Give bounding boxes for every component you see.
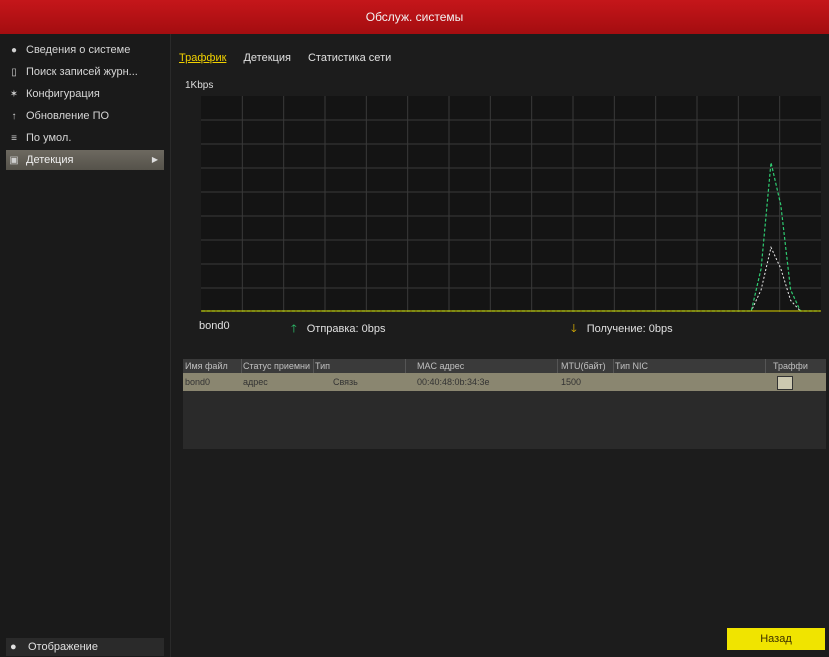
traffic-chart xyxy=(201,96,821,312)
sidebar-item-upgrade[interactable]: ↑ Обновление ПО xyxy=(6,106,164,126)
col-header-nic-type: Тип NIC xyxy=(615,359,766,373)
cell-status: адрес xyxy=(243,377,268,387)
sidebar-display-button[interactable]: ● Отображение xyxy=(6,638,164,656)
tab-bar: Траффик Детекция Статистика сети xyxy=(179,52,405,68)
tab-traffic[interactable]: Траффик xyxy=(179,52,226,64)
sidebar-item-system-info[interactable]: ● Сведения о системе xyxy=(6,40,164,60)
cell-mtu: 1500 xyxy=(561,377,582,387)
col-header-mac: MAC адрес xyxy=(417,359,558,373)
table-row[interactable]: bond0 адрес Связь 00:40:48:0b:34:3e 1500 xyxy=(183,373,826,391)
nic-table: Имя файл Статус приемни Тип MAC адрес MT… xyxy=(183,359,826,449)
upgrade-icon: ↑ xyxy=(11,111,17,122)
info-icon: ● xyxy=(10,45,18,56)
cell-type: Связь xyxy=(333,377,358,387)
col-header-status: Статус приемни xyxy=(243,359,314,373)
chart-background xyxy=(201,96,821,312)
download-arrow-icon: 🡓 xyxy=(571,323,577,335)
sidebar-item-config[interactable]: ✶ Конфигурация xyxy=(6,84,164,104)
sidebar-item-label: Конфигурация xyxy=(26,88,100,100)
sidebar-item-net-detect[interactable]: ▣ Детекция ▶ xyxy=(6,150,164,170)
net-detect-icon: ▣ xyxy=(9,155,19,166)
table-empty-area xyxy=(183,391,826,449)
legend-receive: 🡓 Получение: 0bps xyxy=(571,320,673,339)
cell-name: bond0 xyxy=(185,377,211,387)
col-header-mtu: MTU(байт) xyxy=(561,359,614,373)
sidebar-item-label: Детекция xyxy=(26,154,74,166)
window-title: Обслуж. системы xyxy=(0,0,829,34)
default-icon: ≡ xyxy=(11,133,17,144)
display-icon: ● xyxy=(10,641,17,653)
cell-nic-type xyxy=(615,373,765,391)
traffic-view-icon[interactable] xyxy=(777,376,793,390)
sidebar-bottom-label: Отображение xyxy=(28,641,98,653)
col-header-type: Тип xyxy=(315,359,406,373)
legend-send: 🡑 Отправка: 0bps xyxy=(291,320,386,339)
col-header-name: Имя файл xyxy=(185,359,242,373)
legend-interface: bond0 xyxy=(199,320,230,332)
sidebar: ● Сведения о системе ▯ Поиск записей журн.… xyxy=(0,34,171,657)
col-header-traffic: Траффи xyxy=(773,361,808,371)
tab-detect[interactable]: Детекция xyxy=(243,52,290,64)
main-panel: Траффик Детекция Статистика сети 1Kbps b… xyxy=(171,34,829,657)
config-icon: ✶ xyxy=(9,89,19,100)
sidebar-item-label: Сведения о системе xyxy=(26,44,131,56)
chart-unit-label: 1Kbps xyxy=(185,80,214,91)
sidebar-item-label: По умол. xyxy=(26,132,72,144)
chevron-right-icon: ▶ xyxy=(151,155,158,164)
upload-arrow-icon: 🡑 xyxy=(291,323,297,335)
tab-net-stats[interactable]: Статистика сети xyxy=(308,52,391,64)
table-header: Имя файл Статус приемни Тип MAC адрес MT… xyxy=(183,359,826,373)
sidebar-item-log-search[interactable]: ▯ Поиск записей журн... xyxy=(6,62,164,82)
legend-receive-label: Получение: 0bps xyxy=(586,323,673,335)
legend-send-label: Отправка: 0bps xyxy=(306,323,386,335)
sidebar-item-label: Поиск записей журн... xyxy=(26,66,138,78)
log-search-icon: ▯ xyxy=(11,67,17,78)
sidebar-item-default[interactable]: ≡ По умол. xyxy=(6,128,164,148)
back-button[interactable]: Назад xyxy=(727,628,825,650)
sidebar-item-label: Обновление ПО xyxy=(26,110,110,122)
cell-mac: 00:40:48:0b:34:3e xyxy=(417,377,490,387)
